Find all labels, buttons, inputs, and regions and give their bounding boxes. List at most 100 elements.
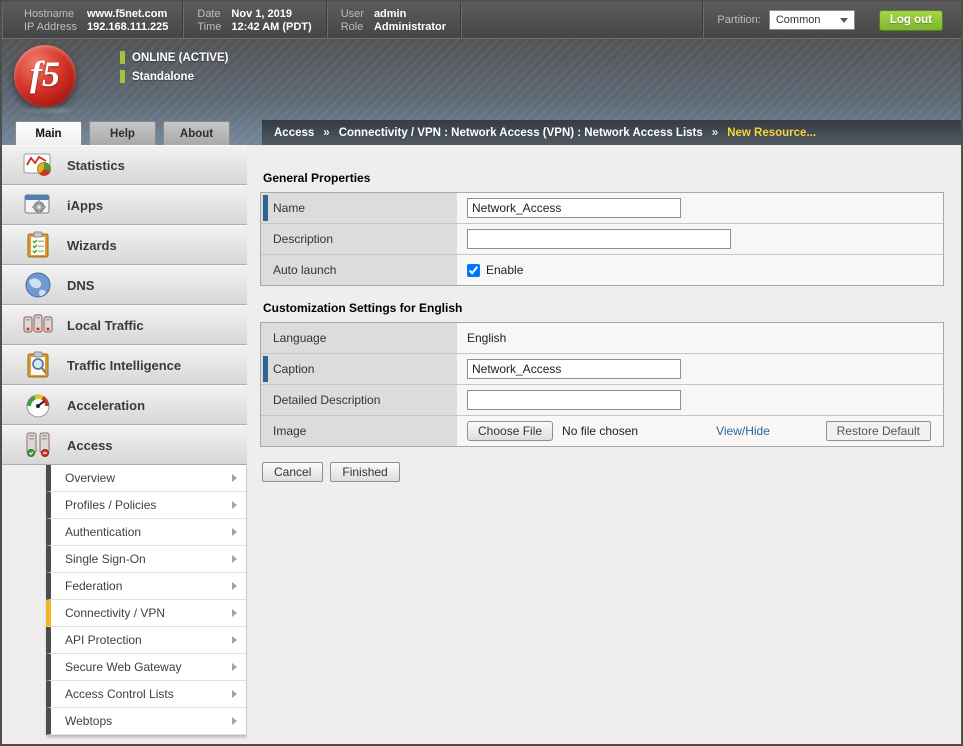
ip-address-value: 192.168.111.225 bbox=[87, 21, 168, 33]
datetime-info: Date Nov 1, 2019 Time 12:42 AM (PDT) bbox=[183, 2, 326, 38]
image-label: Image bbox=[273, 424, 306, 438]
topbar-spacer bbox=[461, 2, 702, 38]
sidebar-nav: Statistics iApps bbox=[2, 145, 247, 746]
submenu-item-label: API Protection bbox=[65, 633, 142, 647]
sidebar-item-local-traffic[interactable]: Local Traffic bbox=[2, 305, 247, 345]
submenu-item-single-sign-on[interactable]: Single Sign-On bbox=[46, 546, 246, 573]
submenu-item-authentication[interactable]: Authentication bbox=[46, 519, 246, 546]
name-label: Name bbox=[273, 201, 305, 215]
partition-label: Partition: bbox=[717, 14, 760, 26]
tab-help[interactable]: Help bbox=[89, 121, 156, 145]
view-hide-link[interactable]: View/Hide bbox=[716, 424, 770, 438]
auto-launch-label: Auto launch bbox=[273, 263, 336, 277]
sidebar-item-wizards[interactable]: Wizards bbox=[2, 225, 247, 265]
caption-label: Caption bbox=[273, 362, 314, 376]
status-indicator-icon bbox=[120, 51, 125, 64]
choose-file-button[interactable]: Choose File bbox=[467, 421, 553, 441]
detailed-description-input[interactable] bbox=[467, 390, 681, 410]
sidebar-item-access[interactable]: Access bbox=[2, 425, 247, 465]
submenu-item-label: Webtops bbox=[65, 714, 112, 728]
dropdown-arrow-icon bbox=[840, 18, 848, 23]
user-info: User admin Role Administrator bbox=[327, 2, 461, 38]
finished-button[interactable]: Finished bbox=[330, 462, 399, 482]
description-row: Description bbox=[261, 224, 943, 255]
partition-area: Partition: Common bbox=[702, 2, 868, 38]
name-row: Name bbox=[261, 193, 943, 224]
sidebar-item-traffic-intelligence[interactable]: Traffic Intelligence bbox=[2, 345, 247, 385]
auto-launch-checkbox[interactable] bbox=[467, 264, 480, 277]
chevron-right-icon bbox=[232, 474, 237, 482]
cancel-button[interactable]: Cancel bbox=[262, 462, 323, 482]
submenu-item-label: Authentication bbox=[65, 525, 141, 539]
partition-selected-value: Common bbox=[776, 14, 821, 26]
sidebar-item-label: Local Traffic bbox=[67, 318, 144, 333]
customization-settings-title: Customization Settings for English bbox=[263, 301, 944, 315]
breadcrumb-separator: » bbox=[323, 127, 329, 139]
sidebar-item-label: Access bbox=[67, 438, 113, 453]
ip-address-label: IP Address bbox=[24, 21, 77, 33]
submenu-item-connectivity-vpn[interactable]: Connectivity / VPN bbox=[46, 600, 246, 627]
language-row: Language English bbox=[261, 323, 943, 354]
detailed-description-row: Detailed Description bbox=[261, 385, 943, 416]
description-input[interactable] bbox=[467, 229, 731, 249]
device-status: ONLINE (ACTIVE) Standalone bbox=[120, 51, 228, 89]
language-value-cell: English bbox=[457, 323, 943, 353]
chevron-right-icon bbox=[232, 690, 237, 698]
acceleration-icon bbox=[22, 391, 54, 419]
detailed-description-label-cell: Detailed Description bbox=[261, 385, 457, 415]
submenu-item-overview[interactable]: Overview bbox=[46, 465, 246, 492]
chevron-right-icon bbox=[232, 717, 237, 725]
host-info: Hostname www.f5net.com IP Address 192.16… bbox=[2, 2, 183, 38]
auto-launch-row: Auto launch Enable bbox=[261, 255, 943, 285]
status-primary: ONLINE (ACTIVE) bbox=[132, 52, 228, 64]
chevron-right-icon bbox=[232, 555, 237, 563]
language-label: Language bbox=[273, 331, 326, 345]
general-properties-table: Name Description Auto laun bbox=[260, 192, 944, 286]
submenu-item-profiles-policies[interactable]: Profiles / Policies bbox=[46, 492, 246, 519]
sidebar-item-dns[interactable]: DNS bbox=[2, 265, 247, 305]
sidebar-item-label: Traffic Intelligence bbox=[67, 358, 181, 373]
statistics-icon bbox=[22, 151, 54, 179]
auto-launch-label-cell: Auto launch bbox=[261, 255, 457, 285]
sidebar-item-label: Wizards bbox=[67, 238, 117, 253]
chevron-right-icon bbox=[232, 609, 237, 617]
breadcrumb-path: Connectivity / VPN : Network Access (VPN… bbox=[339, 127, 703, 139]
iapps-icon bbox=[22, 191, 54, 219]
language-label-cell: Language bbox=[261, 323, 457, 353]
breadcrumb-separator: » bbox=[712, 127, 718, 139]
f5-logo: f5 bbox=[14, 45, 76, 107]
tab-main[interactable]: Main bbox=[15, 121, 82, 145]
sidebar-item-acceleration[interactable]: Acceleration bbox=[2, 385, 247, 425]
sidebar-item-iapps[interactable]: iApps bbox=[2, 185, 247, 225]
detailed-description-value-cell bbox=[457, 385, 943, 415]
submenu-item-webtops[interactable]: Webtops bbox=[46, 708, 246, 735]
submenu-item-api-protection[interactable]: API Protection bbox=[46, 627, 246, 654]
partition-select[interactable]: Common bbox=[769, 10, 855, 30]
date-label: Date bbox=[197, 8, 221, 20]
breadcrumb: Access » Connectivity / VPN : Network Ac… bbox=[262, 120, 961, 145]
caption-input[interactable] bbox=[467, 359, 681, 379]
wizards-icon bbox=[22, 231, 54, 259]
logout-button[interactable]: Log out bbox=[879, 10, 943, 31]
submenu-item-federation[interactable]: Federation bbox=[46, 573, 246, 600]
submenu-item-label: Profiles / Policies bbox=[65, 498, 156, 512]
role-value: Administrator bbox=[374, 21, 446, 33]
name-input[interactable] bbox=[467, 198, 681, 218]
submenu-item-label: Connectivity / VPN bbox=[65, 606, 165, 620]
chevron-right-icon bbox=[232, 582, 237, 590]
sidebar-item-statistics[interactable]: Statistics bbox=[2, 145, 247, 185]
tab-about[interactable]: About bbox=[163, 121, 230, 145]
submenu-item-secure-web-gateway[interactable]: Secure Web Gateway bbox=[46, 654, 246, 681]
restore-default-button[interactable]: Restore Default bbox=[826, 421, 931, 441]
access-submenu: Overview Profiles / Policies Authenticat… bbox=[46, 465, 246, 735]
caption-row: Caption bbox=[261, 354, 943, 385]
logout-area: Log out bbox=[869, 2, 961, 38]
sidebar-item-label: iApps bbox=[67, 198, 103, 213]
hostname-label: Hostname bbox=[24, 8, 77, 20]
local-traffic-icon bbox=[22, 311, 54, 339]
submenu-item-access-control-lists[interactable]: Access Control Lists bbox=[46, 681, 246, 708]
breadcrumb-root[interactable]: Access bbox=[274, 127, 314, 139]
description-value-cell bbox=[457, 224, 943, 254]
sidebar-item-label: Statistics bbox=[67, 158, 125, 173]
customization-settings-table: Language English Caption bbox=[260, 322, 944, 447]
